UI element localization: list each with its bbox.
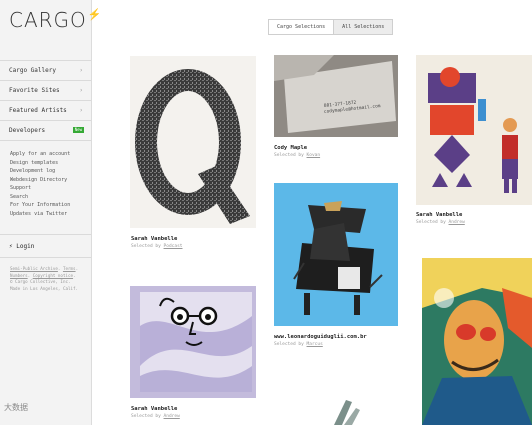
chevron-right-icon: › bbox=[79, 67, 83, 74]
selector-link[interactable]: Marcus bbox=[307, 342, 323, 347]
dev-link[interactable]: Support bbox=[10, 184, 70, 193]
item-title[interactable]: Sarah Vanbelle bbox=[131, 236, 177, 242]
dev-link[interactable]: Updates via Twitter bbox=[10, 210, 70, 219]
gallery-thumbnail-blue-illustration[interactable] bbox=[274, 183, 398, 326]
dev-link[interactable]: Search bbox=[10, 193, 70, 202]
tab-cargo-selections[interactable]: Cargo Selections bbox=[269, 20, 334, 34]
dev-link[interactable]: Apply for an account bbox=[10, 150, 70, 159]
item-selected-by: Selected by Marcus bbox=[274, 342, 323, 347]
sidebar-item-label: Featured Artists bbox=[9, 107, 67, 114]
item-selected-by: Selected by Kovan bbox=[274, 153, 321, 158]
gallery-thumbnail-colorful-portrait[interactable] bbox=[422, 258, 532, 425]
item-selected-by: Selected by Andrew bbox=[416, 220, 465, 225]
dev-link[interactable]: For Your Information bbox=[10, 201, 70, 210]
footer-link[interactable]: Numbers bbox=[10, 273, 28, 278]
gallery-thumbnail-marbled-face[interactable] bbox=[130, 286, 256, 398]
bolt-icon: ⚡ bbox=[9, 243, 13, 250]
sidebar-item-featured-artists[interactable]: Featured Artists › bbox=[0, 100, 91, 120]
sidebar-footer: Semi-Public Archive. Terms. Numbers. Cop… bbox=[10, 266, 79, 291]
new-badge: New bbox=[72, 127, 84, 133]
item-title[interactable]: Sarah Vanbelle bbox=[416, 212, 462, 218]
chevron-right-icon: › bbox=[79, 107, 83, 114]
dev-link[interactable]: Design templates bbox=[10, 159, 70, 168]
geometric-figures-artwork bbox=[416, 55, 532, 205]
sidebar-item-favorite-sites[interactable]: Favorite Sites › bbox=[0, 80, 91, 100]
login-button[interactable]: ⚡ Login bbox=[0, 234, 91, 258]
developer-links: Apply for an account Design templates De… bbox=[10, 150, 70, 218]
item-selected-by: Selected by Andrew bbox=[131, 414, 180, 419]
gallery-thumbnail-card[interactable]: 801-377-1872 codymaple@hotmail.com bbox=[274, 55, 398, 137]
gallery-thumbnail-figures[interactable] bbox=[416, 55, 532, 205]
tab-all-selections[interactable]: All Selections bbox=[333, 20, 393, 34]
sidebar-item-label: Favorite Sites bbox=[9, 87, 60, 94]
cargo-logo[interactable]: CARGO⚡ bbox=[9, 8, 103, 32]
partial-artwork bbox=[334, 400, 360, 425]
footer-location: Made in Los Angeles, Calif. bbox=[10, 285, 79, 291]
item-title[interactable]: Cody Maple bbox=[274, 145, 307, 151]
footer-link[interactable]: Copyright notice bbox=[33, 273, 73, 278]
selector-link[interactable]: Podcast bbox=[164, 244, 183, 249]
dev-link[interactable]: Webdesign Directory bbox=[10, 176, 70, 185]
watermark: 大数据 bbox=[4, 403, 28, 412]
blue-illustration-artwork bbox=[274, 183, 398, 326]
marbled-face-artwork bbox=[130, 286, 256, 398]
footer-link[interactable]: Terms bbox=[63, 266, 76, 271]
selector-link[interactable]: Andrew bbox=[164, 414, 180, 419]
selection-toggle: Cargo Selections All Selections bbox=[268, 19, 394, 35]
chevron-right-icon: › bbox=[79, 87, 83, 94]
letter-q-artwork bbox=[135, 69, 250, 224]
sidebar-item-cargo-gallery[interactable]: Cargo Gallery › bbox=[0, 60, 91, 80]
login-label: Login bbox=[16, 243, 35, 250]
dev-link[interactable]: Development log bbox=[10, 167, 70, 176]
item-title[interactable]: www.leonardoguiduglii.com.br bbox=[274, 334, 367, 340]
sidebar-item-developers[interactable]: Developers New bbox=[0, 120, 91, 141]
footer-link[interactable]: Semi-Public Archive bbox=[10, 266, 58, 271]
colorful-portrait-artwork bbox=[422, 258, 532, 425]
bolt-icon: ⚡ bbox=[87, 8, 103, 21]
selector-link[interactable]: Kovan bbox=[307, 153, 321, 158]
sidebar-item-label: Cargo Gallery bbox=[9, 67, 56, 74]
sidebar: CARGO⚡ Cargo Gallery › Favorite Sites › … bbox=[0, 0, 102, 425]
gallery-thumbnail-partial[interactable] bbox=[310, 398, 370, 425]
footer-copyright: © Cargo Collective, Inc. bbox=[10, 279, 71, 285]
gallery-thumbnail-q[interactable] bbox=[130, 56, 256, 228]
sidebar-item-label: Developers bbox=[9, 127, 46, 134]
item-title[interactable]: Sarah Vanbelle bbox=[131, 406, 177, 412]
selector-link[interactable]: Andrew bbox=[449, 220, 465, 225]
sidebar-nav: Cargo Gallery › Favorite Sites › Feature… bbox=[0, 60, 91, 141]
business-card-artwork: 801-377-1872 codymaple@hotmail.com bbox=[274, 55, 398, 137]
item-selected-by: Selected by Podcast bbox=[131, 244, 183, 249]
